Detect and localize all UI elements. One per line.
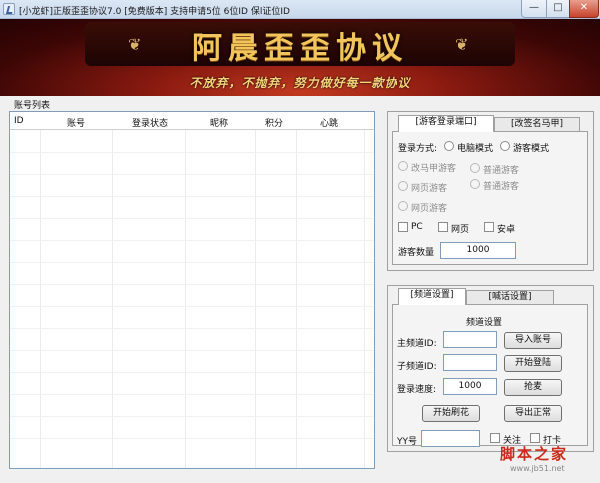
row-divider (10, 284, 374, 285)
column-header-points[interactable]: 积分 (265, 116, 283, 129)
row-divider (10, 218, 374, 219)
tab-guest-login-port[interactable]: [游客登录端口] (398, 115, 494, 132)
pc-mode-radio[interactable] (444, 141, 454, 151)
tab-change-signature[interactable]: [改签名马甲] (494, 117, 580, 132)
row-divider (10, 372, 374, 373)
column-header-id[interactable]: ID (14, 116, 24, 126)
main-channel-label: 主频道ID: (397, 339, 437, 349)
guest-count-label: 游客数量 (398, 248, 435, 258)
normal-guest-radio[interactable] (470, 163, 480, 173)
banner: ❦ ❦ 阿晨歪歪协议 不放弃，不抛弃，努力做好每一款协议 (0, 19, 600, 96)
watermark-logo: 脚本之家 (500, 445, 569, 463)
row-divider (10, 152, 374, 153)
guest-mode-label: 游客模式 (513, 144, 550, 154)
checkin-checkbox[interactable] (530, 433, 540, 443)
sub-channel-input[interactable] (443, 354, 497, 371)
row-divider (10, 416, 374, 417)
start-login-button[interactable]: 开始登陆 (504, 355, 562, 372)
login-speed-label: 登录速度: (397, 385, 437, 395)
change-vest-guest-label: 改马甲游客 (411, 164, 457, 174)
banner-headline: 阿晨歪歪协议 (192, 31, 408, 66)
android-checkbox[interactable] (484, 222, 494, 232)
window-title: [小龙虾]正版歪歪协议7.0 [免费版本] 支持申请5位 6位ID 保l证位ID (19, 7, 290, 17)
title-bar: [小龙虾]正版歪歪协议7.0 [免费版本] 支持申请5位 6位ID 保l证位ID… (0, 0, 600, 19)
web-guest-label-2: 网页游客 (411, 204, 448, 214)
row-divider (10, 240, 374, 241)
row-divider (10, 306, 374, 307)
start-flower-button[interactable]: 开始刷花 (422, 405, 480, 422)
account-list-label: 账号列表 (14, 101, 51, 111)
banner-slogan: 不放弃，不抛弃，努力做好每一款协议 (189, 76, 411, 90)
guest-count-input[interactable]: 1000 (440, 242, 516, 259)
pc-checkbox-label: PC (411, 222, 423, 232)
web-guest-radio[interactable] (398, 181, 408, 191)
minimize-button[interactable]: — (521, 0, 547, 18)
column-header-status[interactable]: 登录状态 (132, 116, 168, 129)
normal-guest-label: 普通游客 (483, 166, 520, 176)
table-header: ID 账号 登录状态 昵称 积分 心跳 (10, 112, 374, 130)
yy-number-input[interactable] (421, 430, 480, 447)
tab-shout-settings[interactable]: [喊话设置] (466, 290, 554, 305)
tab-channel-settings[interactable]: [频道设置] (398, 288, 466, 305)
ornament-left-icon: ❦ (128, 35, 142, 54)
column-header-nickname[interactable]: 昵称 (210, 116, 228, 129)
row-divider (10, 394, 374, 395)
row-divider (10, 174, 374, 175)
watermark-url: www.jb51.net (510, 464, 565, 473)
login-mode-label: 登录方式: (398, 144, 438, 154)
import-account-button[interactable]: 导入账号 (504, 332, 562, 349)
web-checkbox-label: 网页 (451, 225, 470, 235)
login-speed-input[interactable]: 1000 (443, 378, 497, 395)
web-guest-radio-2[interactable] (398, 201, 408, 211)
grab-mic-button[interactable]: 抢麦 (504, 379, 562, 396)
pc-mode-label: 电脑模式 (457, 144, 494, 154)
channel-section-title: 频道设置 (466, 318, 503, 328)
account-table[interactable]: ID 账号 登录状态 昵称 积分 心跳 (9, 111, 375, 469)
row-divider (10, 350, 374, 351)
maximize-button[interactable]: □ (546, 0, 570, 18)
column-header-heartbeat[interactable]: 心跳 (320, 116, 338, 129)
normal-guest-label-2: 普通游客 (483, 182, 520, 192)
row-divider (10, 262, 374, 263)
normal-guest-radio-2[interactable] (470, 179, 480, 189)
row-divider (10, 438, 374, 439)
web-checkbox[interactable] (438, 222, 448, 232)
guest-mode-radio[interactable] (500, 141, 510, 151)
yy-number-label: YY号 (397, 437, 417, 447)
sub-channel-label: 子频道ID: (397, 362, 437, 372)
android-checkbox-label: 安卓 (497, 225, 516, 235)
pc-checkbox[interactable] (398, 222, 408, 232)
follow-checkbox[interactable] (490, 433, 500, 443)
ornament-right-icon: ❦ (455, 35, 469, 54)
close-button[interactable]: ✕ (569, 0, 599, 18)
row-divider (10, 196, 374, 197)
app-icon (3, 3, 15, 15)
column-header-account[interactable]: 账号 (67, 116, 85, 129)
main-channel-input[interactable] (443, 331, 497, 348)
change-vest-guest-radio[interactable] (398, 161, 408, 171)
web-guest-label: 网页游客 (411, 184, 448, 194)
export-normal-button[interactable]: 导出正常 (504, 405, 562, 422)
row-divider (10, 328, 374, 329)
